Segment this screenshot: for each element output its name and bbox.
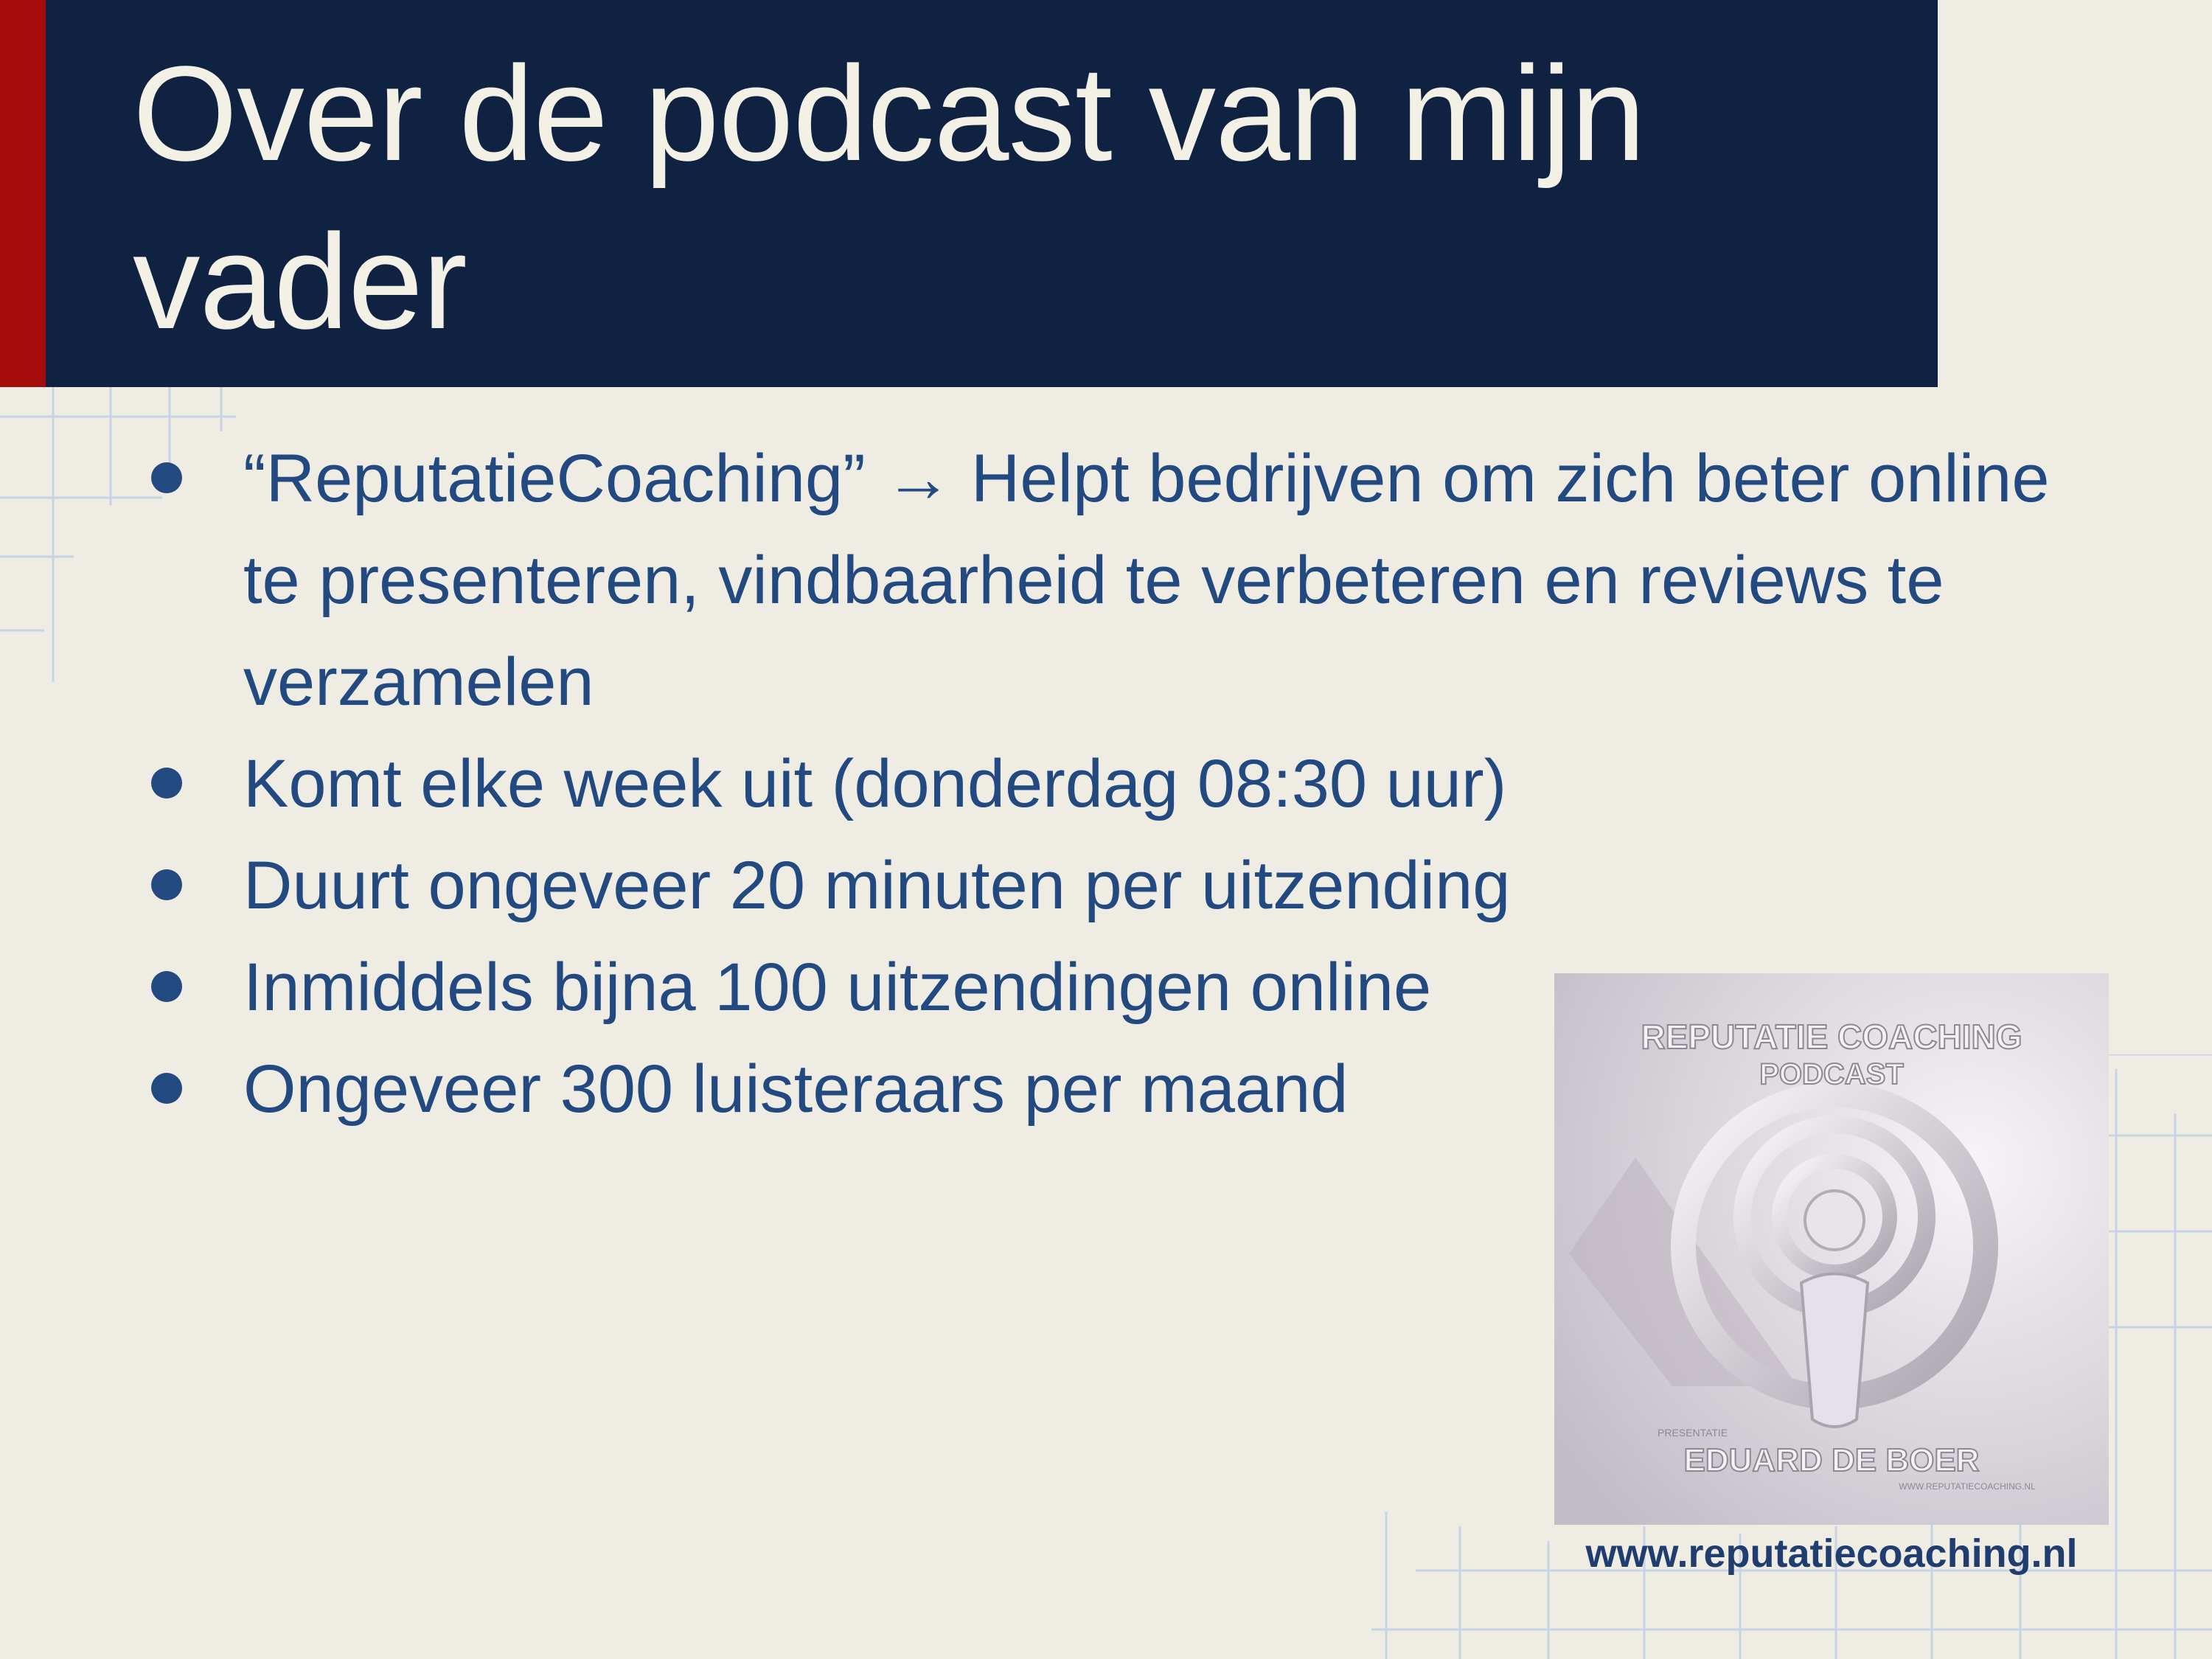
bullet-dot-icon	[151, 971, 182, 1002]
bullet-dot-icon	[151, 869, 182, 900]
bullet-text: Komt elke week uit (donderdag 08:30 uur)	[243, 746, 1507, 821]
title-bar: Over de podcast van mijn vader	[0, 0, 1938, 387]
cover-presenter-name: EDUARD DE BOER	[1684, 1442, 1980, 1478]
title-accent-stripe	[0, 0, 46, 387]
cover-small-url: WWW.REPUTATIECOACHING.NL	[1899, 1481, 2036, 1492]
cover-subheading: PODCAST	[1759, 1058, 1904, 1091]
slide-title: Over de podcast van mijn vader	[133, 38, 1646, 357]
bullet-item: Duurt ongeveer 20 minuten per uitzending	[0, 835, 2065, 936]
bullet-item: Komt elke week uit (donderdag 08:30 uur)	[0, 733, 2065, 835]
bullet-item: “ReputatieCoaching” → Helpt bedrijven om…	[0, 428, 2065, 733]
bullet-text: “ReputatieCoaching” → Helpt bedrijven om…	[243, 441, 2050, 720]
bullet-dot-icon	[151, 462, 182, 493]
cover-heading: REPUTATIE COACHING	[1641, 1018, 2022, 1056]
podcast-cover-image: REPUTATIE COACHING PODCAST PRESENTATIE E…	[1554, 973, 2109, 1525]
website-link[interactable]: www.reputatiecoaching.nl	[1554, 1528, 2109, 1579]
cover-presenter-caption: PRESENTATIE	[1658, 1427, 1728, 1439]
bullet-dot-icon	[151, 768, 182, 799]
bullet-dot-icon	[151, 1073, 182, 1104]
bullet-text: Duurt ongeveer 20 minuten per uitzending	[243, 848, 1511, 923]
